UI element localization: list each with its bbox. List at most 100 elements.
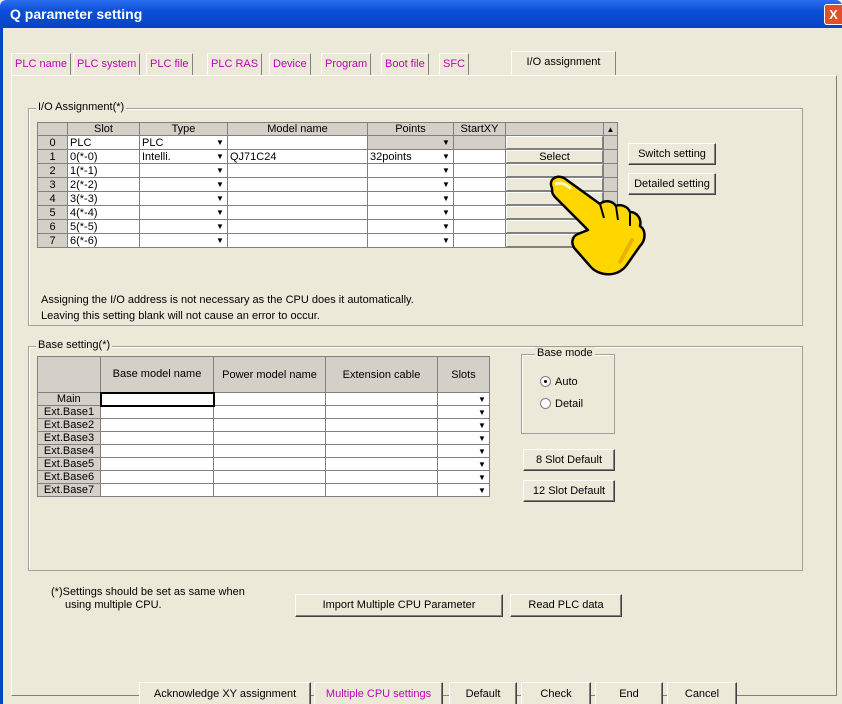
- extension-cable-cell[interactable]: [325, 483, 438, 497]
- chevron-down-icon[interactable]: ▼: [440, 221, 452, 232]
- chevron-down-icon[interactable]: ▼: [214, 221, 226, 232]
- slot-cell[interactable]: 5(*-5): [67, 219, 140, 234]
- points-select[interactable]: ▼: [367, 233, 454, 248]
- tab-sfc[interactable]: SFC: [439, 53, 469, 75]
- slot-cell[interactable]: 3(*-3): [67, 191, 140, 206]
- power-model-cell[interactable]: [213, 483, 326, 497]
- power-model-cell[interactable]: [213, 444, 326, 458]
- chevron-down-icon[interactable]: ▼: [476, 420, 488, 431]
- chevron-down-icon[interactable]: ▼: [440, 193, 452, 204]
- select-button-cell[interactable]: Select: [505, 149, 604, 164]
- chevron-down-icon[interactable]: ▼: [214, 165, 226, 176]
- points-select[interactable]: 32points ▼: [367, 149, 454, 164]
- startxy-cell[interactable]: [453, 135, 506, 150]
- chevron-down-icon[interactable]: ▼: [440, 207, 452, 218]
- extension-cable-cell[interactable]: [325, 470, 438, 484]
- slot-cell[interactable]: 0(*-0): [67, 149, 140, 164]
- tab-plc-name[interactable]: PLC name: [11, 53, 71, 75]
- chevron-down-icon[interactable]: ▼: [476, 472, 488, 483]
- type-select[interactable]: ▼: [139, 191, 228, 206]
- type-select[interactable]: ▼: [139, 163, 228, 178]
- tab-io-assignment[interactable]: I/O assignment: [511, 51, 616, 76]
- slots-select[interactable]: ▼: [437, 392, 490, 406]
- slot-cell[interactable]: 6(*-6): [67, 233, 140, 248]
- base-model-cell[interactable]: [100, 405, 214, 419]
- power-model-cell[interactable]: [213, 392, 326, 406]
- radio-unchecked-icon[interactable]: [540, 398, 551, 409]
- 12-slot-default-button[interactable]: 12 Slot Default: [523, 480, 615, 502]
- close-icon[interactable]: X: [824, 4, 842, 25]
- end-button[interactable]: End: [595, 682, 663, 704]
- slots-select[interactable]: ▼: [437, 444, 490, 458]
- extension-cable-cell[interactable]: [325, 418, 438, 432]
- row-action-cell[interactable]: [505, 135, 604, 150]
- import-multiple-cpu-button[interactable]: Import Multiple CPU Parameter: [295, 594, 503, 617]
- startxy-cell[interactable]: [453, 205, 506, 220]
- startxy-cell[interactable]: [453, 163, 506, 178]
- model-name-cell[interactable]: [227, 191, 368, 206]
- chevron-down-icon[interactable]: ▼: [440, 179, 452, 190]
- chevron-down-icon[interactable]: ▼: [476, 407, 488, 418]
- tab-boot-file[interactable]: Boot file: [381, 53, 429, 75]
- chevron-down-icon[interactable]: ▼: [214, 235, 226, 246]
- scroll-track[interactable]: [603, 149, 618, 164]
- chevron-down-icon[interactable]: ▼: [214, 179, 226, 190]
- extension-cable-cell[interactable]: [325, 457, 438, 471]
- model-name-cell[interactable]: [227, 177, 368, 192]
- startxy-cell[interactable]: [453, 149, 506, 164]
- chevron-down-icon[interactable]: ▼: [214, 193, 226, 204]
- check-button[interactable]: Check: [521, 682, 591, 704]
- read-plc-data-button[interactable]: Read PLC data: [510, 594, 622, 617]
- chevron-down-icon[interactable]: ▼: [476, 394, 488, 405]
- model-name-cell[interactable]: QJ71C24: [227, 149, 368, 164]
- radio-checked-icon[interactable]: [540, 376, 551, 387]
- startxy-cell[interactable]: [453, 233, 506, 248]
- slots-select[interactable]: ▼: [437, 418, 490, 432]
- base-model-cell[interactable]: [100, 444, 214, 458]
- 8-slot-default-button[interactable]: 8 Slot Default: [523, 449, 615, 471]
- base-model-cell[interactable]: [100, 457, 214, 471]
- base-mode-detail-radio[interactable]: Detail: [540, 398, 583, 410]
- power-model-cell[interactable]: [213, 457, 326, 471]
- acknowledge-xy-button[interactable]: Acknowledge XY assignment: [139, 682, 311, 704]
- scroll-up-icon[interactable]: ▲: [603, 122, 618, 136]
- slot-cell[interactable]: 1(*-1): [67, 163, 140, 178]
- chevron-down-icon[interactable]: ▼: [214, 207, 226, 218]
- points-select[interactable]: ▼: [367, 177, 454, 192]
- points-select[interactable]: ▼: [367, 219, 454, 234]
- power-model-cell[interactable]: [213, 405, 326, 419]
- type-select[interactable]: ▼: [139, 205, 228, 220]
- slot-cell[interactable]: 2(*-2): [67, 177, 140, 192]
- model-name-cell[interactable]: [227, 219, 368, 234]
- type-select[interactable]: ▼: [139, 219, 228, 234]
- tab-plc-file[interactable]: PLC file: [146, 53, 193, 75]
- model-name-cell[interactable]: [227, 163, 368, 178]
- chevron-down-icon[interactable]: ▼: [476, 459, 488, 470]
- cancel-button[interactable]: Cancel: [667, 682, 737, 704]
- multiple-cpu-settings-button[interactable]: Multiple CPU settings: [314, 682, 443, 704]
- chevron-down-icon[interactable]: ▼: [476, 446, 488, 457]
- slots-select[interactable]: ▼: [437, 470, 490, 484]
- base-model-cell[interactable]: [100, 418, 214, 432]
- chevron-down-icon[interactable]: ▼: [214, 151, 226, 162]
- points-select[interactable]: ▼: [367, 163, 454, 178]
- extension-cable-cell[interactable]: [325, 431, 438, 445]
- points-select[interactable]: ▼: [367, 191, 454, 206]
- tab-program[interactable]: Program: [321, 53, 372, 75]
- base-model-cell[interactable]: [100, 470, 214, 484]
- points-select[interactable]: ▼: [367, 135, 454, 150]
- chevron-down-icon[interactable]: ▼: [476, 485, 488, 496]
- slots-select[interactable]: ▼: [437, 405, 490, 419]
- type-select[interactable]: ▼: [139, 177, 228, 192]
- extension-cable-cell[interactable]: [325, 392, 438, 406]
- chevron-down-icon[interactable]: ▼: [440, 137, 452, 148]
- power-model-cell[interactable]: [213, 431, 326, 445]
- chevron-down-icon[interactable]: ▼: [440, 235, 452, 246]
- model-name-cell[interactable]: [227, 135, 368, 150]
- startxy-cell[interactable]: [453, 177, 506, 192]
- slots-select[interactable]: ▼: [437, 431, 490, 445]
- tab-device[interactable]: Device: [269, 53, 311, 75]
- extension-cable-cell[interactable]: [325, 405, 438, 419]
- model-name-cell[interactable]: [227, 233, 368, 248]
- points-select[interactable]: ▼: [367, 205, 454, 220]
